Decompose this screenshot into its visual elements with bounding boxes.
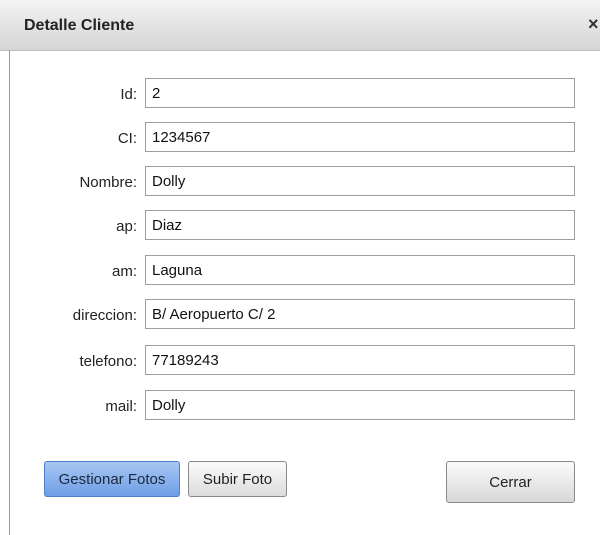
- id-field[interactable]: [145, 78, 575, 108]
- field-row-direccion: direccion:: [0, 299, 600, 331]
- ci-field[interactable]: [145, 122, 575, 152]
- cerrar-button[interactable]: Cerrar: [446, 461, 575, 503]
- ci-label: CI:: [117, 130, 137, 147]
- direccion-field[interactable]: [145, 299, 575, 329]
- telefono-field[interactable]: [145, 345, 575, 375]
- am-label: am:: [111, 263, 137, 280]
- field-row-mail: mail:: [0, 390, 600, 422]
- field-row-nombre: Nombre:: [0, 166, 600, 198]
- field-row-am: am:: [0, 255, 600, 287]
- dialog-title: Detalle Cliente: [24, 17, 135, 34]
- telefono-label: telefono:: [79, 353, 137, 370]
- am-field[interactable]: [145, 255, 575, 285]
- dialog-titlebar: Detalle Cliente ×: [0, 0, 600, 51]
- mail-field[interactable]: [145, 390, 575, 420]
- close-icon[interactable]: ×: [588, 14, 599, 35]
- subir-foto-button[interactable]: Subir Foto: [188, 461, 287, 497]
- field-row-id: Id:: [0, 78, 600, 110]
- client-detail-dialog: Detalle Cliente × Id: CI: Nombre: ap: am…: [0, 0, 600, 535]
- nombre-field[interactable]: [145, 166, 575, 196]
- gestionar-fotos-button[interactable]: Gestionar Fotos: [44, 461, 180, 497]
- mail-label: mail:: [105, 398, 137, 415]
- ap-label: ap:: [116, 218, 137, 235]
- nombre-label: Nombre:: [79, 174, 137, 191]
- field-row-ap: ap:: [0, 210, 600, 242]
- field-row-telefono: telefono:: [0, 345, 600, 377]
- field-row-ci: CI:: [0, 122, 600, 154]
- ap-field[interactable]: [145, 210, 575, 240]
- direccion-label: direccion:: [72, 307, 137, 324]
- id-label: Id:: [120, 86, 137, 103]
